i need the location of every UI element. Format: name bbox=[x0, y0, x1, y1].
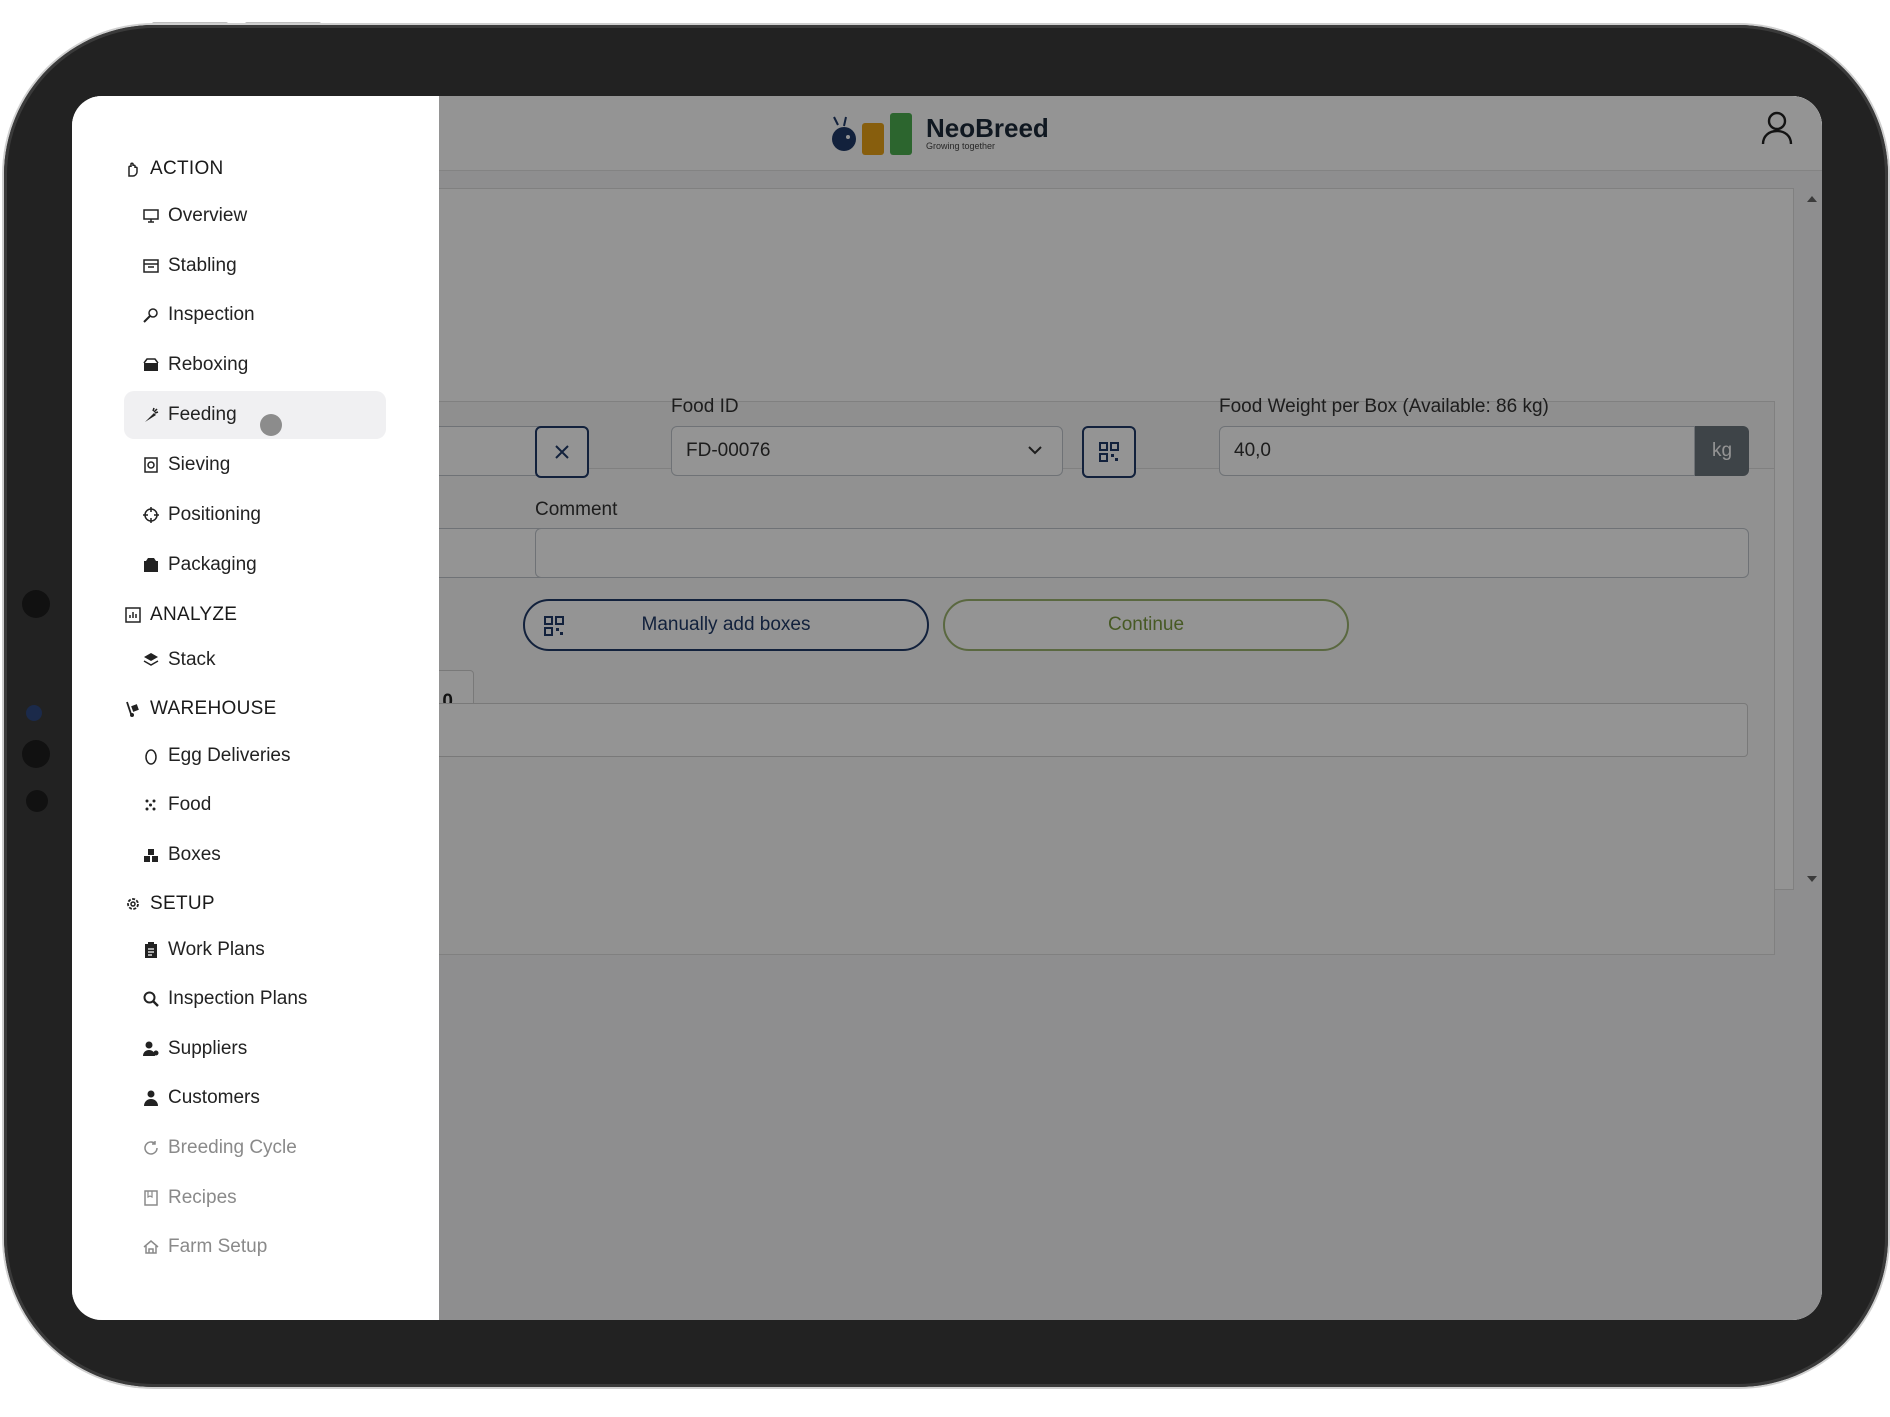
section-warehouse: WAREHOUSE bbox=[124, 698, 277, 720]
sidebar-item-label: Customers bbox=[168, 1087, 260, 1108]
sidebar-item-stabling[interactable]: Stabling bbox=[124, 242, 386, 290]
sieve-icon bbox=[144, 457, 158, 473]
camera-dot bbox=[22, 740, 50, 768]
sidebar-item-customers[interactable]: Customers bbox=[124, 1074, 386, 1122]
box-open-icon bbox=[143, 358, 159, 371]
sidebar-item-label: Inspection Plans bbox=[168, 988, 308, 1009]
carrot-icon bbox=[145, 407, 159, 422]
camera-dot bbox=[26, 790, 48, 812]
sidebar-item-label: Work Plans bbox=[168, 939, 265, 960]
sidebar-item-inspection[interactable]: Inspection bbox=[124, 291, 386, 339]
camera-dot bbox=[26, 705, 42, 721]
calendar-box-icon bbox=[143, 259, 159, 273]
clipboard-icon bbox=[145, 942, 157, 958]
sidebar-item-label: Recipes bbox=[168, 1187, 237, 1208]
sidebar-item-breeding-cycle[interactable]: Breeding Cycle bbox=[124, 1124, 386, 1172]
sidebar-item-overview[interactable]: Overview bbox=[124, 192, 386, 240]
crosshair-icon bbox=[143, 507, 159, 523]
sidebar-item-label: Suppliers bbox=[168, 1038, 248, 1059]
sidebar-item-label: Overview bbox=[168, 205, 248, 226]
package-icon bbox=[144, 558, 158, 572]
dots-icon bbox=[145, 799, 156, 811]
hand-icon bbox=[128, 162, 138, 177]
sidebar-item-label: Food bbox=[168, 794, 212, 815]
monitor-icon bbox=[143, 209, 159, 223]
chart-icon bbox=[125, 607, 141, 623]
section-setup-title: SETUP bbox=[150, 893, 215, 914]
sidebar-item-label: Packaging bbox=[168, 554, 257, 575]
sidebar-item-label: Inspection bbox=[168, 304, 255, 325]
section-setup: SETUP bbox=[124, 893, 215, 915]
sidebar-item-label: Boxes bbox=[168, 844, 221, 865]
sidebar-item-label: Reboxing bbox=[168, 354, 249, 375]
sidebar-item-food[interactable]: Food bbox=[124, 781, 386, 829]
sidebar-item-label: Breeding Cycle bbox=[168, 1137, 297, 1158]
touch-cursor bbox=[260, 414, 282, 436]
farm-icon bbox=[143, 1240, 159, 1254]
user-supplier-icon bbox=[143, 1041, 159, 1056]
camera-dot bbox=[22, 590, 50, 618]
sidebar-item-work-plans[interactable]: Work Plans bbox=[124, 926, 386, 974]
sidebar-item-label: Farm Setup bbox=[168, 1236, 268, 1257]
sidebar-item-recipes[interactable]: Recipes bbox=[124, 1174, 386, 1222]
sidebar-item-feeding[interactable]: Feeding bbox=[124, 391, 386, 439]
sidebar-item-boxes[interactable]: Boxes bbox=[124, 831, 386, 879]
boxes-icon bbox=[144, 849, 158, 862]
gear-icon bbox=[127, 898, 139, 910]
section-action-title: ACTION bbox=[150, 158, 224, 179]
tablet-screen: NeoBreed Growing together Food ID FD-000… bbox=[72, 96, 1822, 1320]
sidebar-item-suppliers[interactable]: Suppliers bbox=[124, 1025, 386, 1073]
layers-icon bbox=[143, 653, 159, 666]
sidebar-item-stack[interactable]: Stack bbox=[124, 636, 386, 684]
sidebar-item-packaging[interactable]: Packaging bbox=[124, 541, 386, 589]
search-icon bbox=[143, 991, 159, 1007]
sidebar-item-reboxing[interactable]: Reboxing bbox=[124, 341, 386, 389]
cycle-icon bbox=[144, 1141, 158, 1155]
sidebar-item-farm-setup[interactable]: Farm Setup bbox=[124, 1223, 386, 1271]
sidebar-item-label: Stack bbox=[168, 649, 216, 670]
sidebar-item-inspection-plans[interactable]: Inspection Plans bbox=[124, 975, 386, 1023]
sidebar: ACTION Overview Stabling Inspection Rebo… bbox=[72, 96, 439, 1320]
sidebar-item-label: Feeding bbox=[168, 404, 237, 425]
section-analyze: ANALYZE bbox=[124, 604, 237, 626]
sidebar-item-positioning[interactable]: Positioning bbox=[124, 491, 386, 539]
sidebar-item-label: Positioning bbox=[168, 504, 261, 525]
magnifier-icon bbox=[143, 308, 158, 323]
section-warehouse-title: WAREHOUSE bbox=[150, 698, 277, 719]
sidebar-item-sieving[interactable]: Sieving bbox=[124, 441, 386, 489]
sidebar-item-label: Sieving bbox=[168, 454, 231, 475]
dolly-icon bbox=[126, 701, 139, 717]
book-icon bbox=[144, 1190, 158, 1206]
sidebar-item-label: Stabling bbox=[168, 255, 237, 276]
section-analyze-title: ANALYZE bbox=[150, 604, 238, 625]
egg-icon bbox=[145, 749, 157, 765]
sidebar-item-egg-deliveries[interactable]: Egg Deliveries bbox=[124, 732, 386, 780]
user-tie-icon bbox=[144, 1090, 158, 1106]
sidebar-item-label: Egg Deliveries bbox=[168, 745, 291, 766]
section-action: ACTION bbox=[124, 158, 224, 180]
